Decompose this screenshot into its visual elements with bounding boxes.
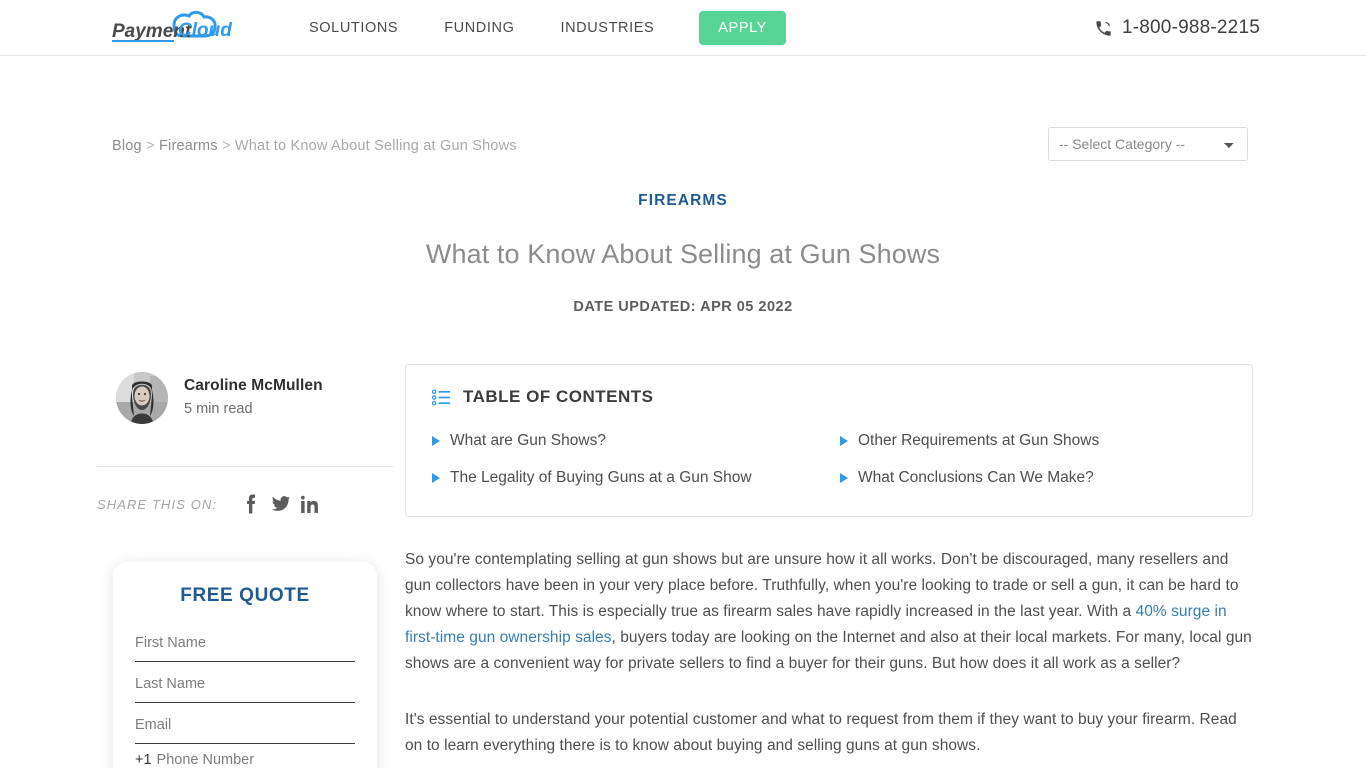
page-title: What to Know About Selling at Gun Shows xyxy=(425,239,941,269)
triangle-icon xyxy=(432,472,440,483)
post-title-block: FIREARMS What to Know About Selling at G… xyxy=(0,192,1366,315)
toc-item-label: The Legality of Buying Guns at a Gun Sho… xyxy=(450,469,752,487)
toc-item-label: What are Gun Shows? xyxy=(450,432,606,449)
last-name-input[interactable] xyxy=(135,670,355,703)
read-time: 5 min read xyxy=(184,401,253,418)
toc-item-2[interactable]: Other Requirements at Gun Shows xyxy=(840,429,1226,452)
apply-button[interactable]: APPLY xyxy=(699,11,786,45)
svg-text:Cloud: Cloud xyxy=(178,20,232,41)
logo-icon: Payment Cloud xyxy=(112,10,232,42)
sidebar-divider xyxy=(97,466,393,467)
toc-item-label: Other Requirements at Gun Shows xyxy=(858,432,1100,449)
date-updated: DATE UPDATED: APR 05 2022 xyxy=(573,299,793,315)
nav-item-industries[interactable]: INDUSTRIES xyxy=(537,20,677,36)
category-select[interactable]: -- Select Category -- xyxy=(1048,127,1248,161)
phone-number: 1-800-988-2215 xyxy=(1121,17,1260,38)
toc-item-1[interactable]: What are Gun Shows? xyxy=(432,429,840,452)
email-input[interactable] xyxy=(135,711,355,744)
first-name-input[interactable] xyxy=(135,629,355,662)
phone-icon xyxy=(1096,20,1111,36)
article: TABLE OF CONTENTS What are Gun Shows? Ot… xyxy=(405,364,1253,768)
share-label: SHARE THIS ON: xyxy=(97,496,218,512)
free-quote-title: FREE QUOTE xyxy=(180,585,310,606)
site-header: Payment Cloud SOLUTIONS FUNDING INDUSTRI… xyxy=(0,0,1366,56)
paragraph-1-text-a: So you're contemplating selling at gun s… xyxy=(405,550,1239,620)
facebook-icon[interactable] xyxy=(235,494,265,514)
phone-input[interactable] xyxy=(156,752,355,768)
toc-item-3[interactable]: The Legality of Buying Guns at a Gun Sho… xyxy=(432,466,840,489)
sidebar: Caroline McMullen 5 min read SHARE THIS … xyxy=(97,364,393,768)
paymentcloud-logo[interactable]: Payment Cloud xyxy=(112,9,244,47)
toc-item-4[interactable]: What Conclusions Can We Make? xyxy=(840,466,1226,489)
nav-item-solutions[interactable]: SOLUTIONS xyxy=(286,20,421,36)
author-meta: Caroline McMullen 5 min read xyxy=(184,376,323,419)
breadcrumb: Blog > Firearms > What to Know About Sel… xyxy=(112,138,517,154)
phone-input-wrap: +1 xyxy=(135,752,355,768)
free-quote-card: FREE QUOTE +1 SUBMIT xyxy=(113,562,377,768)
post-category-kicker: FIREARMS xyxy=(638,192,728,209)
breadcrumb-current: What to Know About Selling at Gun Shows xyxy=(234,138,517,154)
breadcrumb-separator-2: > xyxy=(222,138,231,154)
avatar-photo-icon xyxy=(116,372,168,424)
breadcrumb-firearms[interactable]: Firearms xyxy=(159,138,218,154)
breadcrumb-separator-1: > xyxy=(146,138,155,154)
linkedin-icon[interactable] xyxy=(295,495,325,513)
author-block: Caroline McMullen 5 min read xyxy=(97,364,393,432)
toc-list: What are Gun Shows? Other Requirements a… xyxy=(432,429,1226,490)
share-row: SHARE THIS ON: xyxy=(97,494,393,514)
twitter-icon[interactable] xyxy=(265,496,295,512)
avatar xyxy=(116,372,168,424)
main-nav: SOLUTIONS FUNDING INDUSTRIES APPLY xyxy=(286,0,786,56)
phone-link[interactable]: 1-800-988-2215 xyxy=(1094,0,1260,56)
paragraph-2: It's essential to understand your potent… xyxy=(405,710,1237,754)
toc-header: TABLE OF CONTENTS xyxy=(432,387,1226,407)
author-name: Caroline McMullen xyxy=(184,377,323,395)
phone-country-prefix: +1 xyxy=(135,752,152,768)
table-of-contents: TABLE OF CONTENTS What are Gun Shows? Ot… xyxy=(405,364,1253,517)
triangle-icon xyxy=(840,472,848,483)
list-icon xyxy=(432,389,451,405)
nav-item-funding[interactable]: FUNDING xyxy=(421,20,537,36)
triangle-icon xyxy=(432,435,440,446)
breadcrumb-row: Blog > Firearms > What to Know About Sel… xyxy=(0,56,1366,161)
triangle-icon xyxy=(840,435,848,446)
toc-heading: TABLE OF CONTENTS xyxy=(463,387,654,406)
breadcrumb-blog[interactable]: Blog xyxy=(112,138,142,154)
paragraph-1: So you're contemplating selling at gun s… xyxy=(405,547,1253,677)
toc-item-label: What Conclusions Can We Make? xyxy=(858,469,1094,487)
